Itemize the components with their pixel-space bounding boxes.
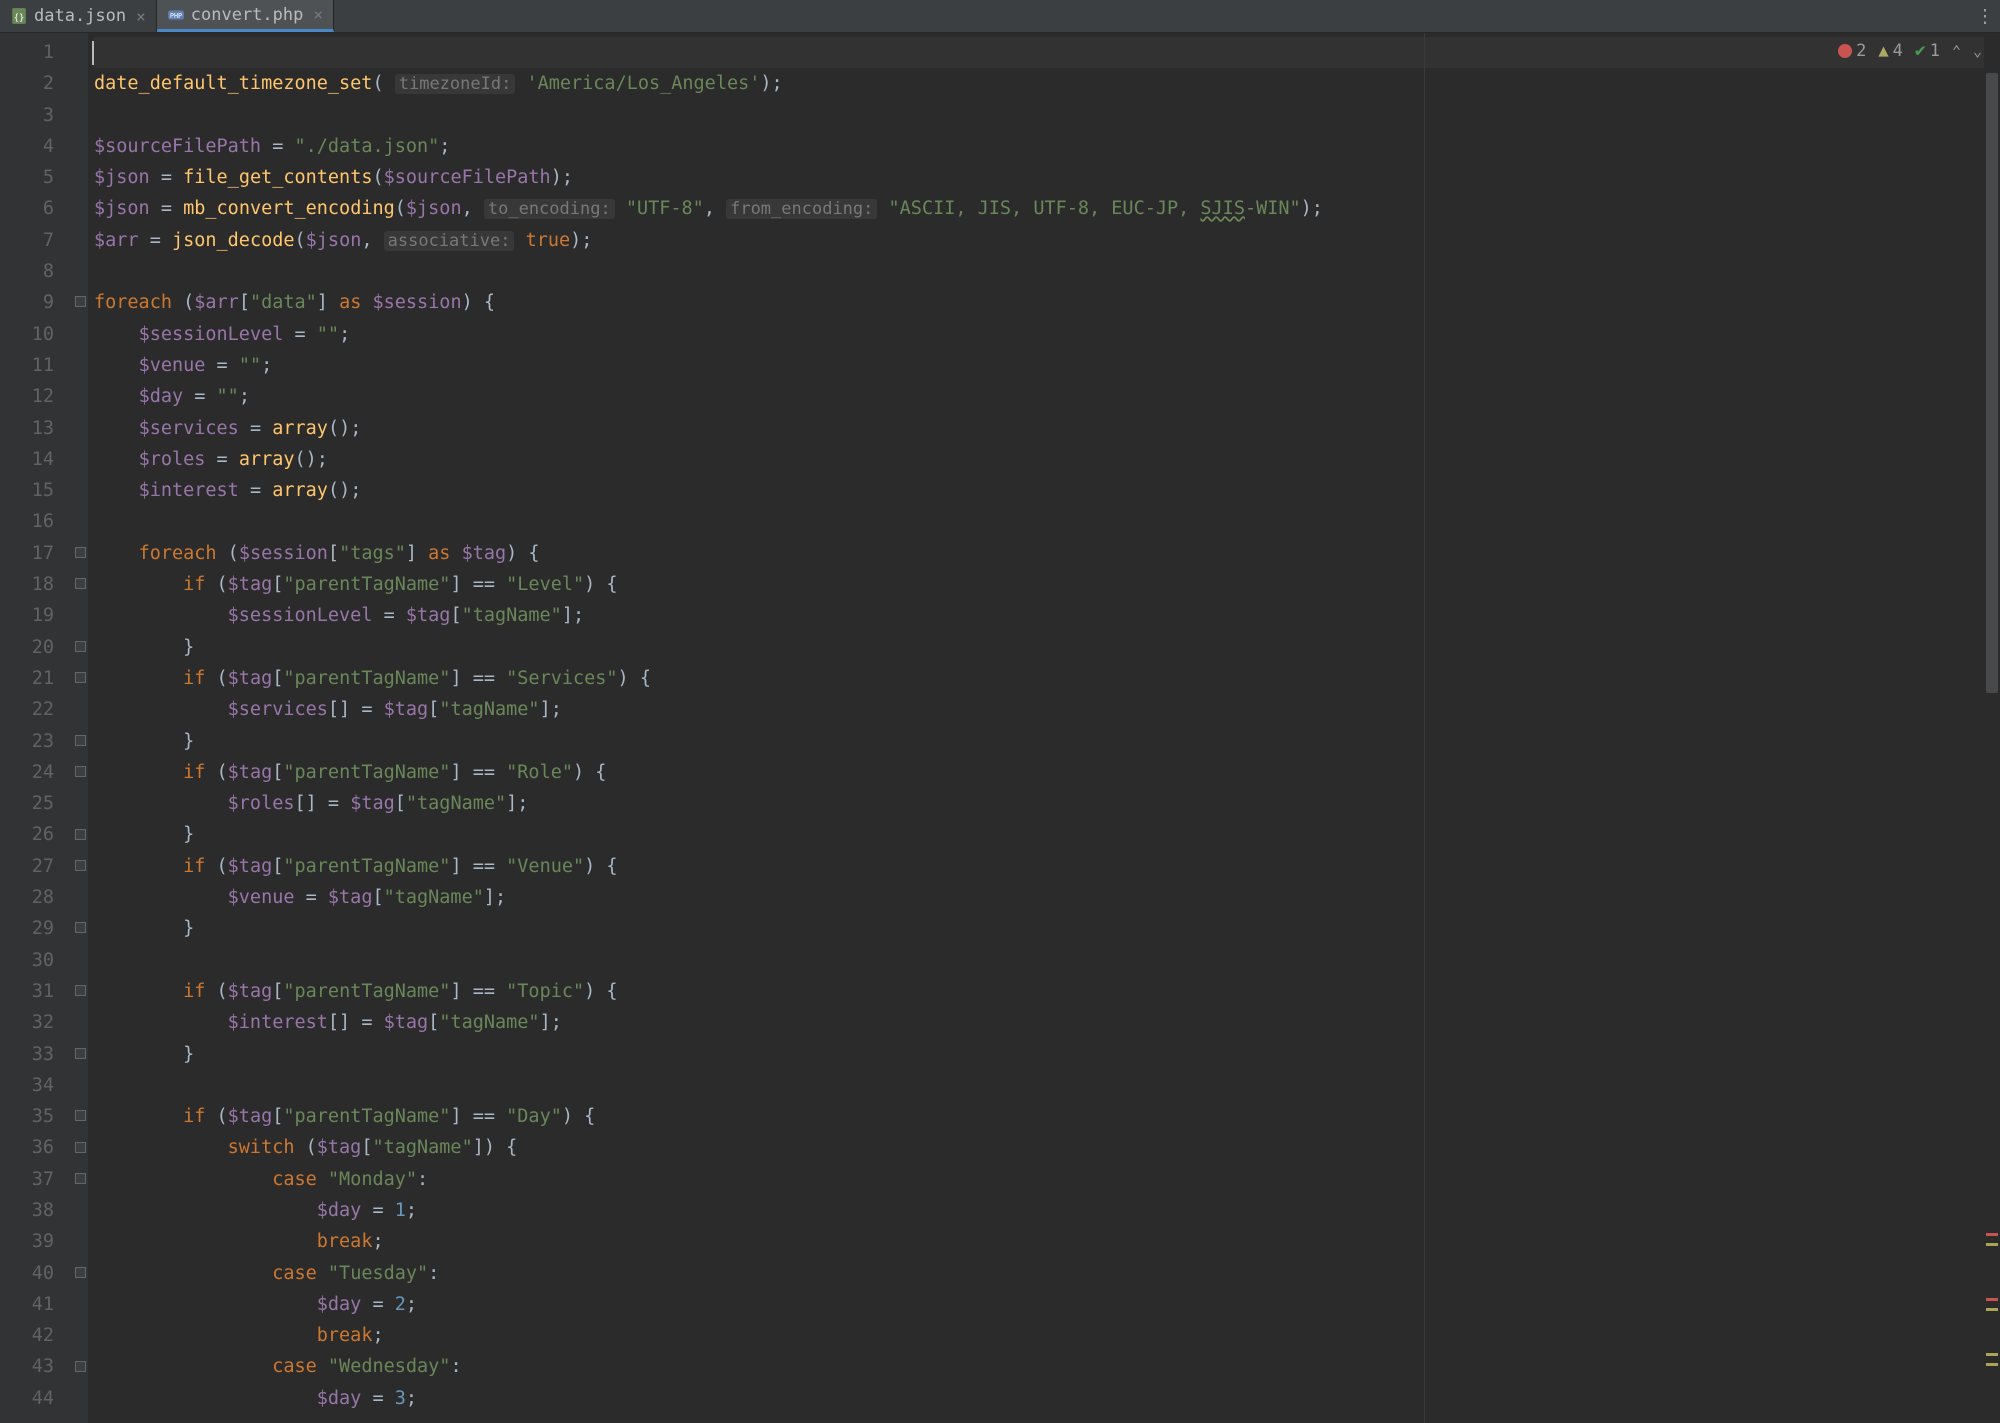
code-line[interactable]: $roles[] = $tag["tagName"]; xyxy=(94,788,2000,819)
code-line[interactable]: $interest = array(); xyxy=(94,475,2000,506)
fold-toggle[interactable] xyxy=(75,578,86,589)
code-line[interactable] xyxy=(94,256,2000,287)
code-line[interactable]: $sessionLevel = $tag["tagName"]; xyxy=(94,600,2000,631)
code-line[interactable]: if ($tag["parentTagName"] == "Role") { xyxy=(94,757,2000,788)
code-line[interactable] xyxy=(94,1070,2000,1101)
stripe-error-mark[interactable] xyxy=(1986,1298,1998,1301)
code-line[interactable]: $sourceFilePath = "./data.json"; xyxy=(94,131,2000,162)
warning-icon: ▲ xyxy=(1878,41,1888,61)
next-highlight[interactable]: ⌄ xyxy=(1973,42,1982,60)
code-line[interactable]: } xyxy=(94,913,2000,944)
code-line[interactable]: $venue = ""; xyxy=(94,350,2000,381)
code-line[interactable]: if ($tag["parentTagName"] == "Topic") { xyxy=(94,976,2000,1007)
code-line[interactable]: if ($tag["parentTagName"] == "Services")… xyxy=(94,663,2000,694)
fold-toggle[interactable] xyxy=(75,1142,86,1153)
code-line[interactable] xyxy=(94,37,2000,68)
fold-toggle[interactable] xyxy=(75,1267,86,1278)
close-icon[interactable]: × xyxy=(136,7,146,26)
tab-overflow-menu[interactable]: ⋮ xyxy=(1970,0,2000,32)
code-line[interactable]: date_default_timezone_set( timezoneId: '… xyxy=(94,68,2000,99)
code-line[interactable]: foreach ($session["tags"] as $tag) { xyxy=(94,538,2000,569)
fold-toggle[interactable] xyxy=(75,1173,86,1184)
code-line[interactable]: } xyxy=(94,1039,2000,1070)
code-line[interactable]: case "Wednesday": xyxy=(94,1351,2000,1382)
tab-label: data.json xyxy=(34,6,126,26)
line-number-gutter: 1234567891011121314151617181920212223242… xyxy=(0,33,74,1423)
close-icon[interactable]: × xyxy=(313,5,323,24)
fold-toggle[interactable] xyxy=(75,641,86,652)
prev-highlight[interactable]: ⌃ xyxy=(1952,42,1961,60)
code-line[interactable]: $arr = json_decode($json, associative: t… xyxy=(94,225,2000,256)
fold-toggle[interactable] xyxy=(75,985,86,996)
fold-toggle[interactable] xyxy=(75,296,86,307)
code-line[interactable]: foreach ($arr["data"] as $session) { xyxy=(94,287,2000,318)
code-line[interactable]: $day = 2; xyxy=(94,1289,2000,1320)
stripe-warn-mark[interactable] xyxy=(1986,1353,1998,1356)
code-line[interactable] xyxy=(94,100,2000,131)
warning-count[interactable]: ▲4 xyxy=(1878,41,1903,61)
stripe-error-mark[interactable] xyxy=(1986,1233,1998,1236)
fold-toggle[interactable] xyxy=(75,1110,86,1121)
fold-toggle[interactable] xyxy=(75,1048,86,1059)
code-line[interactable]: $day = 1; xyxy=(94,1195,2000,1226)
stripe-warn-mark[interactable] xyxy=(1986,1363,1998,1366)
error-count[interactable]: 2 xyxy=(1838,41,1866,61)
code-line[interactable]: case "Monday": xyxy=(94,1164,2000,1195)
code-line[interactable]: } xyxy=(94,726,2000,757)
code-line[interactable]: case "Tuesday": xyxy=(94,1258,2000,1289)
code-line[interactable]: $day = 3; xyxy=(94,1383,2000,1414)
fold-toggle[interactable] xyxy=(75,922,86,933)
tab-convert-php[interactable]: PHP convert.php × xyxy=(157,0,334,32)
fold-toggle[interactable] xyxy=(75,547,86,558)
ok-count[interactable]: ✔1 xyxy=(1915,40,1940,61)
code-line[interactable]: break; xyxy=(94,1320,2000,1351)
fold-toggle[interactable] xyxy=(75,735,86,746)
code-line[interactable]: if ($tag["parentTagName"] == "Day") { xyxy=(94,1101,2000,1132)
error-stripe[interactable] xyxy=(1984,33,2000,1423)
tab-bar: {} data.json × PHP convert.php × ⋮ xyxy=(0,0,2000,33)
code-line[interactable]: if ($tag["parentTagName"] == "Venue") { xyxy=(94,851,2000,882)
fold-gutter xyxy=(74,33,88,1423)
code-line[interactable] xyxy=(94,506,2000,537)
code-line[interactable] xyxy=(94,945,2000,976)
fold-toggle[interactable] xyxy=(75,829,86,840)
fold-toggle[interactable] xyxy=(75,860,86,871)
stripe-warn-mark[interactable] xyxy=(1986,1243,1998,1246)
fold-toggle[interactable] xyxy=(75,1361,86,1372)
editor: 1234567891011121314151617181920212223242… xyxy=(0,33,2000,1423)
json-file-icon: {} xyxy=(10,7,28,25)
check-icon: ✔ xyxy=(1915,40,1926,61)
code-line[interactable]: $roles = array(); xyxy=(94,444,2000,475)
code-line[interactable]: $services = array(); xyxy=(94,413,2000,444)
code-line[interactable]: } xyxy=(94,819,2000,850)
code-line[interactable]: $json = mb_convert_encoding($json, to_en… xyxy=(94,193,2000,224)
code-line[interactable]: $sessionLevel = ""; xyxy=(94,319,2000,350)
code-line[interactable]: switch ($tag["tagName"]) { xyxy=(94,1132,2000,1163)
code-line[interactable]: $venue = $tag["tagName"]; xyxy=(94,882,2000,913)
code-line[interactable]: $interest[] = $tag["tagName"]; xyxy=(94,1007,2000,1038)
tab-data-json[interactable]: {} data.json × xyxy=(0,0,157,32)
code-line[interactable]: $json = file_get_contents($sourceFilePat… xyxy=(94,162,2000,193)
code-line[interactable]: } xyxy=(94,632,2000,663)
svg-text:PHP: PHP xyxy=(170,11,182,19)
right-margin-guide xyxy=(1424,33,1425,1423)
stripe-warn-mark[interactable] xyxy=(1986,1308,1998,1311)
code-line[interactable]: $services[] = $tag["tagName"]; xyxy=(94,694,2000,725)
fold-toggle[interactable] xyxy=(75,672,86,683)
tab-label: convert.php xyxy=(191,5,304,25)
fold-toggle[interactable] xyxy=(75,766,86,777)
code-line[interactable]: $day = ""; xyxy=(94,381,2000,412)
code-line[interactable]: if ($tag["parentTagName"] == "Level") { xyxy=(94,569,2000,600)
code-line[interactable]: break; xyxy=(94,1226,2000,1257)
inspection-widget[interactable]: 2 ▲4 ✔1 ⌃ ⌄ xyxy=(1838,40,1982,61)
php-file-icon: PHP xyxy=(167,6,185,24)
scrollbar-thumb[interactable] xyxy=(1986,73,1998,693)
svg-text:{}: {} xyxy=(14,14,25,24)
code-area[interactable]: date_default_timezone_set( timezoneId: '… xyxy=(88,33,2000,1423)
error-icon xyxy=(1838,44,1852,58)
